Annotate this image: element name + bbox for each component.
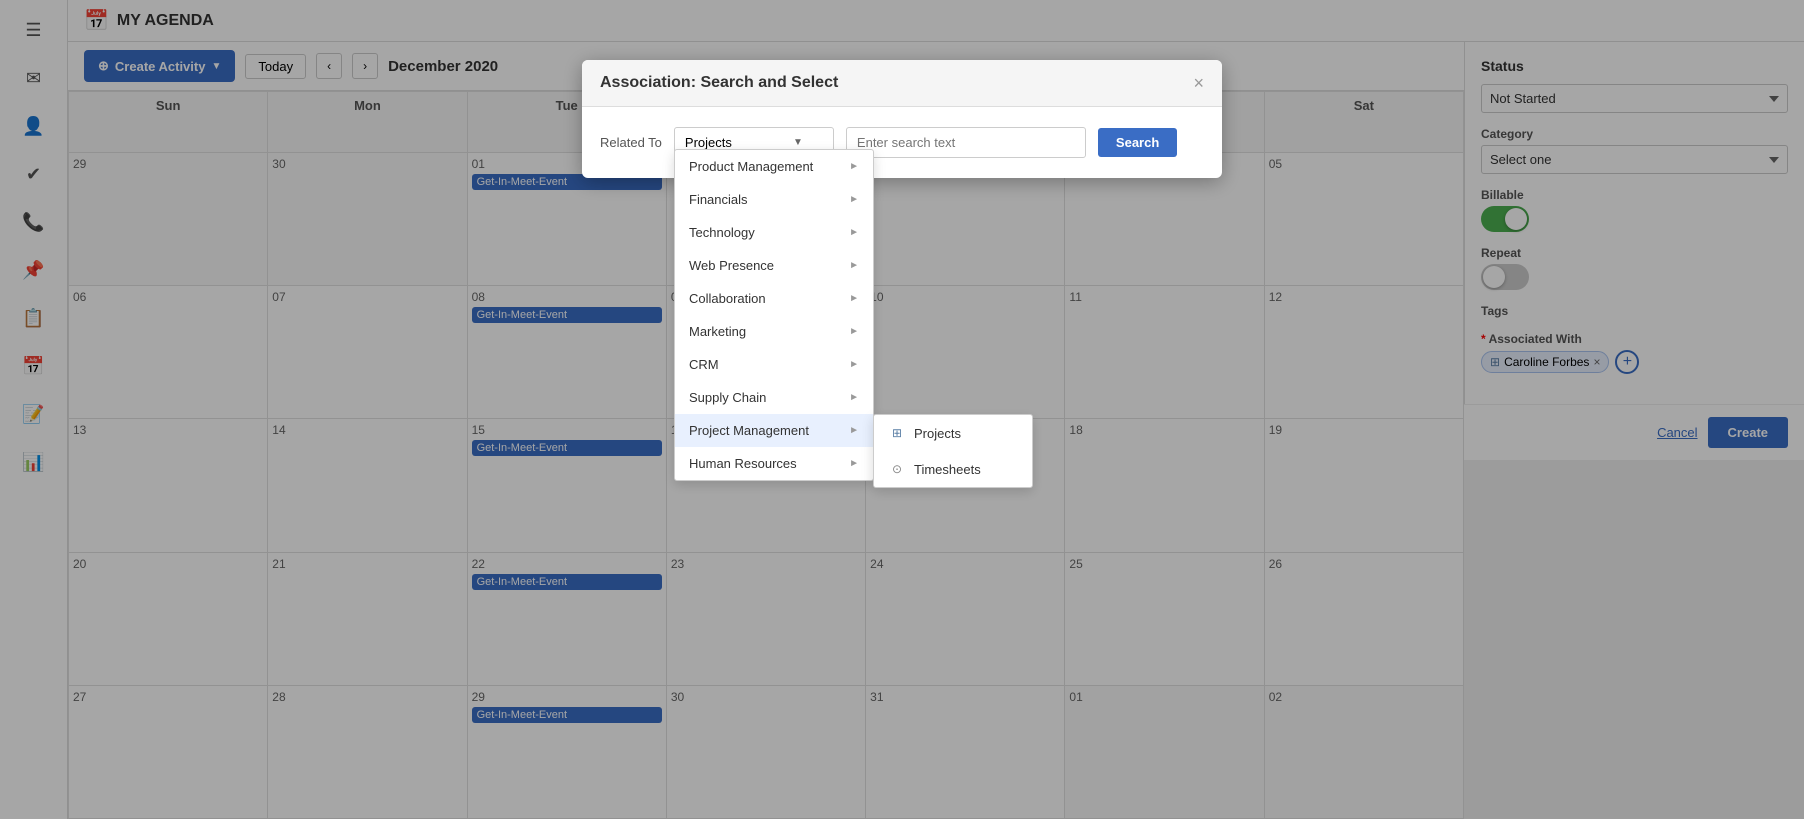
chevron-right-icon: ► [849, 227, 859, 238]
dropdown-item-marketing[interactable]: Marketing ► [675, 315, 873, 348]
grid-icon: ⊞ [888, 424, 906, 442]
dropdown-item-product-mgmt[interactable]: Product Management ► [675, 150, 873, 183]
dropdown-item-label: Product Management [689, 159, 813, 174]
submenu-item-label: Timesheets [914, 462, 981, 477]
dropdown-item-label: Project Management [689, 423, 809, 438]
dropdown-item-technology[interactable]: Technology ► [675, 216, 873, 249]
modal-header: Association: Search and Select × [582, 60, 1222, 107]
submenu-item-timesheets[interactable]: ⊙ Timesheets [874, 451, 1032, 487]
submenu-item-projects[interactable]: ⊞ Projects [874, 415, 1032, 451]
modal-body: Related To Projects ▼ Search Product Man… [582, 107, 1222, 178]
chevron-right-icon: ► [849, 293, 859, 304]
dropdown-item-label: Financials [689, 192, 748, 207]
clock-icon: ⊙ [888, 460, 906, 478]
modal-title: Association: Search and Select [600, 74, 838, 92]
search-button[interactable]: Search [1098, 128, 1177, 157]
dropdown-item-label: Collaboration [689, 291, 766, 306]
dropdown-item-label: CRM [689, 357, 719, 372]
chevron-right-icon: ► [849, 392, 859, 403]
chevron-right-icon: ► [849, 458, 859, 469]
chevron-right-icon: ► [849, 194, 859, 205]
dropdown-item-web-presence[interactable]: Web Presence ► [675, 249, 873, 282]
search-input[interactable] [846, 127, 1086, 158]
chevron-right-icon: ► [849, 359, 859, 370]
dropdown-item-supply-chain[interactable]: Supply Chain ► [675, 381, 873, 414]
modal-close-button[interactable]: × [1193, 74, 1204, 92]
submenu-item-label: Projects [914, 426, 961, 441]
dropdown-item-human-resources[interactable]: Human Resources ► [675, 447, 873, 480]
dropdown-item-financials[interactable]: Financials ► [675, 183, 873, 216]
dropdown-item-label: Marketing [689, 324, 746, 339]
association-modal: Association: Search and Select × Related… [582, 60, 1222, 178]
dropdown-arrow-icon: ▼ [793, 137, 803, 148]
dropdown-item-label: Technology [689, 225, 755, 240]
dropdown-item-wrapper-project-mgmt: Project Management ► ⊞ Projects ⊙ Timesh… [675, 414, 873, 447]
chevron-right-icon: ► [849, 425, 859, 436]
dropdown-item-project-mgmt[interactable]: Project Management ► [675, 414, 873, 447]
modal-overlay[interactable]: Association: Search and Select × Related… [0, 0, 1804, 819]
dropdown-item-collaboration[interactable]: Collaboration ► [675, 282, 873, 315]
dropdown-item-label: Supply Chain [689, 390, 766, 405]
related-to-label: Related To [600, 135, 662, 150]
dropdown-item-label: Web Presence [689, 258, 774, 273]
module-dropdown-menu: Product Management ► Financials ► Techno… [674, 149, 874, 481]
selected-module-label: Projects [685, 135, 732, 150]
chevron-right-icon: ► [849, 161, 859, 172]
dropdown-item-crm[interactable]: CRM ► [675, 348, 873, 381]
chevron-right-icon: ► [849, 326, 859, 337]
project-management-submenu: ⊞ Projects ⊙ Timesheets [873, 414, 1033, 488]
dropdown-item-label: Human Resources [689, 456, 797, 471]
chevron-right-icon: ► [849, 260, 859, 271]
